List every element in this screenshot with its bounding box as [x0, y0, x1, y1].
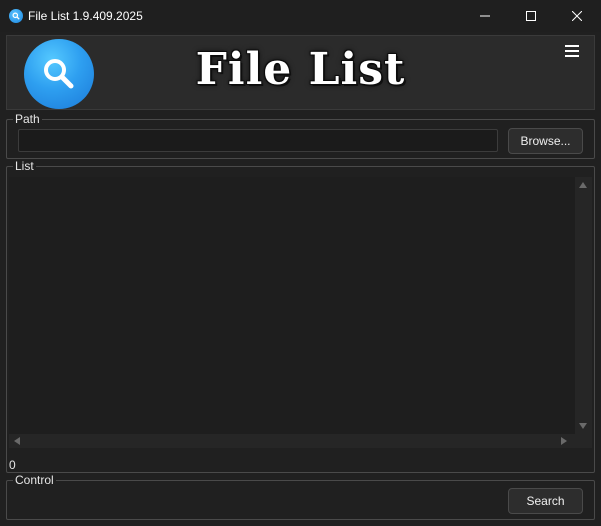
app-search-icon: [9, 9, 23, 23]
browse-button[interactable]: Browse...: [508, 128, 583, 154]
scroll-down-icon[interactable]: [579, 423, 587, 429]
list-group: List 0: [6, 159, 595, 473]
maximize-icon: [526, 11, 536, 21]
title-bar[interactable]: File List 1.9.409.2025: [0, 0, 601, 32]
hamburger-menu-icon[interactable]: [565, 45, 579, 57]
path-input[interactable]: [18, 129, 498, 152]
path-group: Path Browse...: [6, 112, 595, 159]
list-group-label: List: [13, 159, 36, 173]
maximize-button[interactable]: [508, 0, 554, 32]
window-title: File List 1.9.409.2025: [28, 9, 143, 23]
minimize-icon: [480, 15, 490, 17]
close-button[interactable]: [554, 0, 600, 32]
path-group-label: Path: [13, 112, 42, 126]
item-count: 0: [9, 458, 16, 472]
search-button[interactable]: Search: [508, 488, 583, 514]
header-banner: File List: [6, 35, 595, 110]
file-list[interactable]: [9, 177, 592, 448]
control-group: Control Search: [6, 473, 595, 520]
minimize-button[interactable]: [462, 0, 508, 32]
vertical-scrollbar[interactable]: [575, 177, 592, 434]
scroll-right-icon[interactable]: [561, 437, 567, 445]
scroll-left-icon[interactable]: [14, 437, 20, 445]
control-group-label: Control: [13, 473, 56, 487]
scroll-up-icon[interactable]: [579, 182, 587, 188]
app-title: File List: [195, 44, 406, 95]
close-icon: [572, 11, 582, 21]
horizontal-scrollbar[interactable]: [9, 434, 575, 448]
scrollbar-corner: [575, 434, 592, 448]
